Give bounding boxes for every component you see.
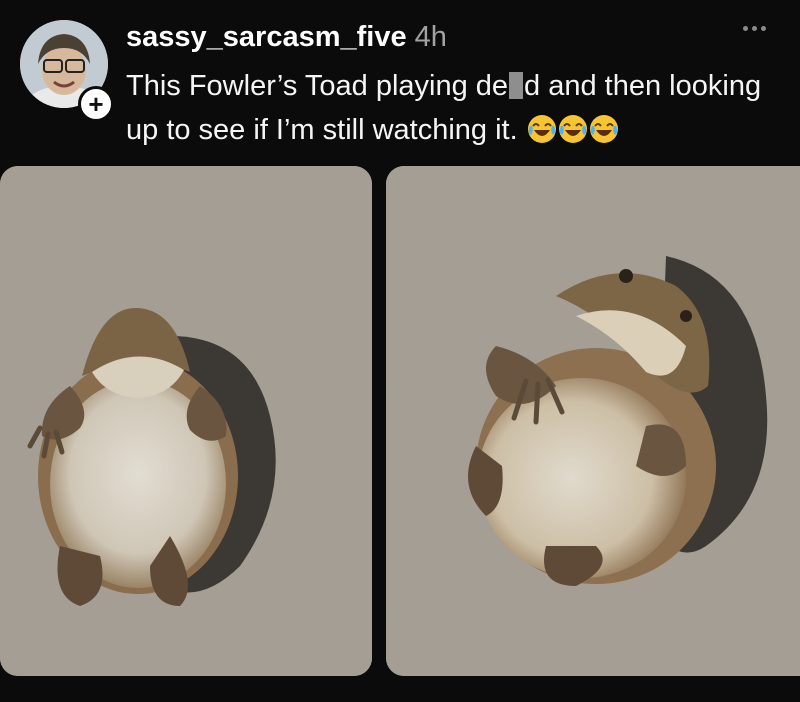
- post-meta: sassy_sarcasm_five 4h: [126, 18, 447, 56]
- photo-carousel: [0, 166, 800, 676]
- more-dot-icon: [761, 26, 766, 31]
- face-with-tears-of-joy-icon: [589, 115, 618, 143]
- more-dot-icon: [743, 26, 748, 31]
- plus-icon: +: [88, 89, 104, 119]
- more-options-button[interactable]: [743, 26, 766, 31]
- avatar-container: +: [20, 20, 114, 122]
- caption-text-start: This Fowler’s Toad playing de: [126, 70, 509, 102]
- face-with-tears-of-joy-icon: [558, 115, 587, 143]
- redaction-block: [509, 72, 524, 99]
- toad-photo-looking-up[interactable]: [386, 166, 800, 676]
- follow-button[interactable]: +: [78, 86, 114, 122]
- post-card: + sassy_sarcasm_five 4h This Fowler’s Toa…: [0, 0, 800, 702]
- face-with-tears-of-joy-icon: [527, 115, 556, 143]
- more-dot-icon: [752, 26, 757, 31]
- post-caption: This Fowler’s Toad playing de d and then …: [126, 64, 776, 152]
- timestamp: 4h: [414, 21, 447, 53]
- username[interactable]: sassy_sarcasm_five: [126, 21, 407, 53]
- toad-photo-playing-dead[interactable]: [0, 166, 372, 676]
